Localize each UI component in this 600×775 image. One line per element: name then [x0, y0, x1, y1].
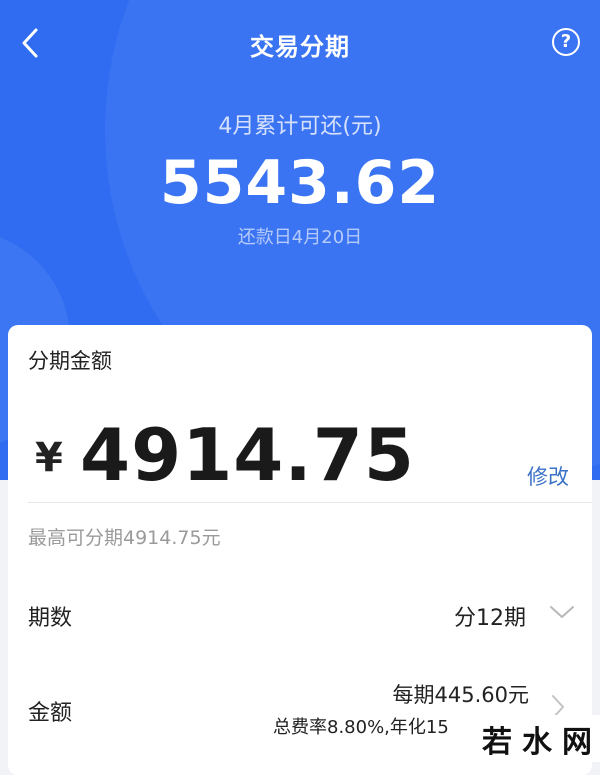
installment-card: 分期金额 ¥ 4914.75 修改 最高可分期4914.75元 期数 分12期 …	[8, 325, 592, 775]
max-installment-text: 最高可分期4914.75元	[28, 527, 221, 549]
page-title: 交易分期	[250, 33, 350, 61]
help-button[interactable]: ?	[552, 28, 580, 56]
installment-amount: 4914.75	[80, 413, 415, 497]
summary-amount: 5543.62	[159, 148, 441, 218]
fee-rate-text: 总费率8.80%,年化15	[273, 717, 449, 738]
monthly-payment: 每期445.60元	[392, 683, 529, 707]
periods-select[interactable]: 分12期	[454, 600, 526, 632]
periods-label: 期数	[28, 606, 73, 631]
chevron-down-icon[interactable]	[548, 602, 576, 622]
question-circle-icon: ?	[560, 31, 572, 52]
divider	[28, 502, 592, 503]
watermark: 若水网	[472, 715, 600, 762]
amount-label: 金额	[28, 701, 73, 726]
due-date: 还款日4月20日	[237, 227, 363, 248]
watermark-text: 若水网	[482, 725, 600, 760]
modify-button[interactable]: 修改	[527, 461, 569, 491]
installment-label: 分期金额	[28, 349, 112, 373]
currency-symbol: ¥	[35, 435, 63, 481]
summary-label: 4月累计可还(元)	[218, 114, 382, 139]
